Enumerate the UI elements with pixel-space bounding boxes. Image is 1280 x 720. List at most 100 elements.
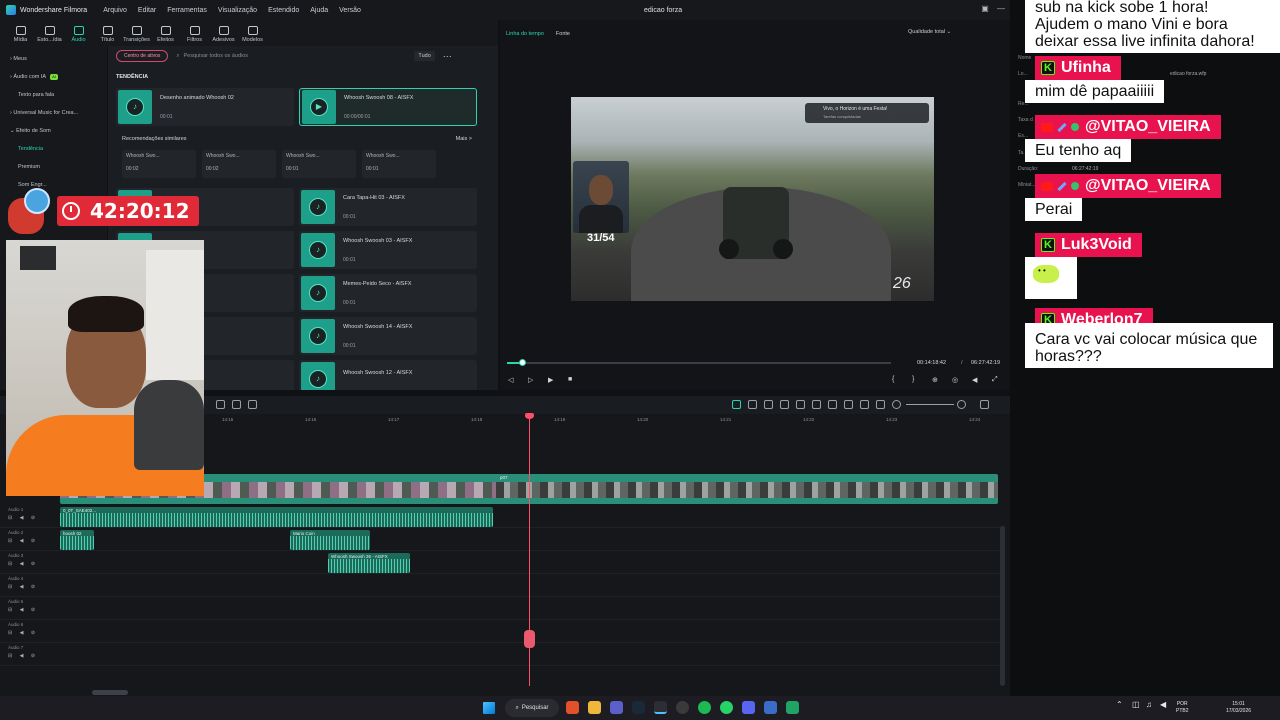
timeline-vertical-scrollbar[interactable]	[1000, 526, 1005, 686]
subtitle-icon[interactable]	[876, 400, 885, 409]
nav-premium[interactable]: Premium	[0, 158, 107, 176]
more-options-icon[interactable]: ⋯	[443, 51, 452, 62]
audio-card[interactable]: ♪ Whoosh Swoosh 12 - AISFX	[299, 360, 477, 390]
app-icon[interactable]	[764, 701, 777, 714]
whatsapp-icon[interactable]	[720, 701, 733, 714]
stop-icon[interactable]: ■	[568, 376, 572, 383]
tool-templates[interactable]: Modelos	[238, 26, 267, 46]
nav-universal-music[interactable]: › Universal Music for Crea...	[0, 104, 107, 122]
speed-icon[interactable]	[248, 400, 257, 409]
zoom-in-icon[interactable]	[957, 400, 966, 409]
pip-icon[interactable]	[860, 400, 869, 409]
excel-icon[interactable]	[786, 701, 799, 714]
audio-card[interactable]: ♪ Desenho animado Whoosh 02 00:01	[116, 88, 294, 126]
filmora-taskbar-icon[interactable]	[654, 701, 667, 714]
tab-source[interactable]: Fonte	[556, 31, 570, 37]
crop-icon[interactable]	[216, 400, 225, 409]
asset-center-button[interactable]: Centro de ativos	[116, 50, 169, 62]
steam-icon[interactable]	[632, 701, 645, 714]
step-back-icon[interactable]: ◁	[508, 376, 513, 384]
clock[interactable]: 15:01 17/03/2026	[1226, 701, 1251, 715]
teams-icon[interactable]	[610, 701, 623, 714]
tool-effects[interactable]: Efeitos	[151, 26, 180, 46]
minimize-icon[interactable]: —	[996, 4, 1006, 14]
language-indicator[interactable]: POR PTB2	[1176, 701, 1189, 715]
tool-transitions[interactable]: Transições	[122, 26, 151, 46]
tray-chevron-icon[interactable]: ⌃	[1116, 701, 1123, 709]
tool-media[interactable]: Mídia	[6, 26, 35, 46]
audio-search-input[interactable]: ⌕ Pesquisar todos os áudios	[176, 53, 406, 60]
mixer-icon[interactable]	[844, 400, 853, 409]
nav-trending[interactable]: Tendência	[0, 140, 107, 158]
menu-arquivo[interactable]: Arquivo	[103, 7, 127, 14]
zoom-out-icon[interactable]	[892, 400, 901, 409]
menu-visualizacao[interactable]: Visualização	[218, 7, 257, 14]
playback-progress[interactable]	[507, 359, 891, 366]
timeline-horizontal-scrollbar[interactable]	[92, 690, 128, 695]
similar-item[interactable]: Whoosh Swo... 00:01	[362, 150, 436, 178]
obs-icon[interactable]	[676, 701, 689, 714]
play-icon[interactable]: ▶	[548, 376, 553, 384]
audio-clip[interactable]: Mario Coin	[290, 530, 370, 550]
shield-icon[interactable]	[812, 400, 821, 409]
taskbar-search[interactable]: ⌕ Pesquisar	[505, 699, 559, 717]
track-controls[interactable]: ⊟ ◀ ⊘	[8, 630, 38, 636]
playhead-marker[interactable]	[525, 413, 534, 419]
file-explorer-icon[interactable]	[588, 701, 601, 714]
nav-meus[interactable]: › Meus	[0, 50, 107, 68]
similar-item[interactable]: Whoosh Swo... 00:02	[122, 150, 196, 178]
spotify-icon[interactable]	[698, 701, 711, 714]
similar-item[interactable]: Whoosh Swo... 00:02	[202, 150, 276, 178]
mic-icon[interactable]	[828, 400, 837, 409]
track-controls[interactable]: ⊟ ◀ ⊘	[8, 584, 38, 590]
menu-editar[interactable]: Editar	[138, 7, 156, 14]
gift-icon[interactable]: ▣	[980, 4, 990, 14]
audio-card[interactable]: ♪ Cara Tapa-Hit 03 - AISFX 00:01	[299, 188, 477, 226]
volume-icon[interactable]: ◀	[972, 376, 977, 384]
track-controls[interactable]: ⊟ ◀ ⊘	[8, 653, 38, 659]
menu-versao[interactable]: Versão	[339, 7, 361, 14]
menu-estendido[interactable]: Estendido	[268, 7, 299, 14]
split-icon[interactable]	[780, 400, 789, 409]
progress-handle[interactable]	[519, 359, 527, 366]
track-controls[interactable]: ⊟ ◀ ⊘	[8, 561, 38, 567]
audio-card[interactable]: ♪ Whoosh Swoosh 14 - AISFX 00:01	[299, 317, 477, 355]
nav-text-to-speech[interactable]: Texto para fala	[0, 86, 107, 104]
cut-icon[interactable]	[232, 400, 241, 409]
track-controls[interactable]: ⊟ ◀ ⊘	[8, 515, 38, 521]
color-icon[interactable]	[796, 400, 805, 409]
audio-card-selected[interactable]: ▶ Whoosh Swoosh 08 - AISFX 00:00/00:01	[299, 88, 477, 126]
ai-tool-icon[interactable]	[732, 400, 741, 409]
network-icon[interactable]: ◫	[1132, 701, 1140, 709]
audio-card[interactable]: ♪ Memes-Peido Seco - AISFX 00:01	[299, 274, 477, 312]
filter-dropdown[interactable]: Tudo	[414, 51, 435, 61]
windows-start-icon[interactable]	[483, 702, 495, 714]
similar-item[interactable]: Whoosh Swo... 00:01	[282, 150, 356, 178]
tool-stickers[interactable]: Adesivos	[209, 26, 238, 46]
similar-more-link[interactable]: Mais >	[456, 136, 472, 142]
mic-tray-icon[interactable]: ♫	[1146, 701, 1152, 709]
tab-timeline[interactable]: Linha do tempo	[506, 31, 544, 37]
discord-icon[interactable]	[742, 701, 755, 714]
tool-title[interactable]: Título	[93, 26, 122, 46]
zoom-slider[interactable]	[906, 404, 954, 405]
quality-dropdown[interactable]: Qualidade total ⌄	[908, 29, 951, 35]
tool-filters[interactable]: Filtros	[180, 26, 209, 46]
menu-ferramentas[interactable]: Ferramentas	[167, 7, 207, 14]
track-controls[interactable]: ⊟ ◀ ⊘	[8, 607, 38, 613]
fullscreen-icon[interactable]: ⤢	[992, 376, 998, 384]
speaker-tray-icon[interactable]: ◀	[1160, 701, 1166, 709]
play-back-icon[interactable]: ▷	[528, 376, 533, 384]
zoom-icon[interactable]: ⊕	[932, 376, 938, 384]
playhead-handle[interactable]	[524, 630, 535, 648]
mark-in-icon[interactable]: {	[892, 376, 894, 383]
tool-stock-media[interactable]: Esto...ídia	[35, 26, 64, 46]
audio-clip[interactable]: 0_0T_SAE402...	[60, 507, 493, 527]
audio-card[interactable]: ♪ Whoosh Swoosh 03 - AISFX 00:01	[299, 231, 477, 269]
brave-browser-icon[interactable]	[566, 701, 579, 714]
marker-icon[interactable]	[764, 400, 773, 409]
snapshot-icon[interactable]: ◎	[952, 376, 958, 384]
track-controls[interactable]: ⊟ ◀ ⊘	[8, 538, 38, 544]
audio-clip[interactable]: Whoosh Swoosh 26 - AISFX	[328, 553, 410, 573]
nav-audio-ia[interactable]: › Áudio com IA AI	[0, 68, 107, 86]
